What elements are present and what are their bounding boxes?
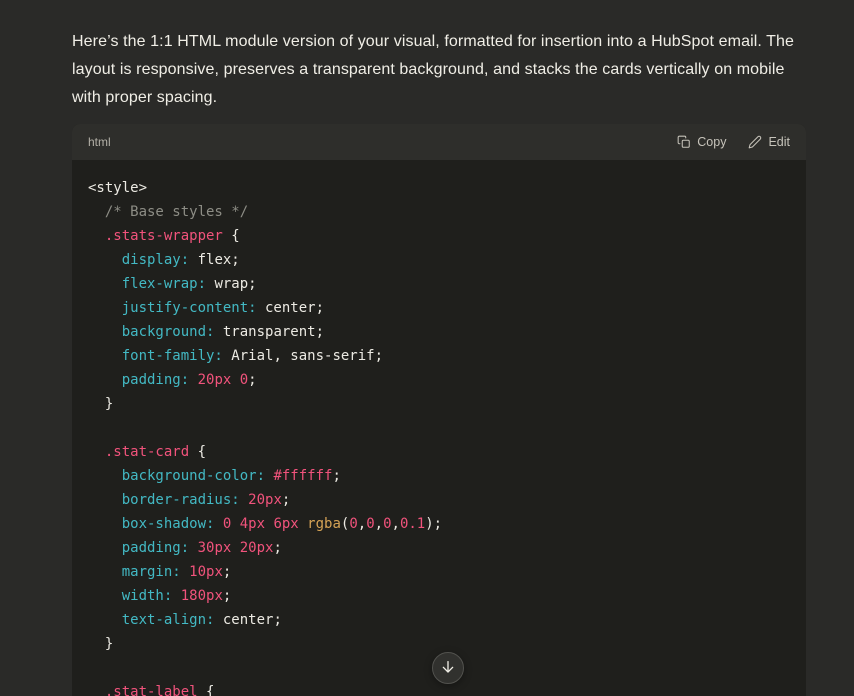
code-line: /* Base styles */: [88, 200, 790, 224]
code-line: width: 180px;: [88, 584, 790, 608]
code-line: box-shadow: 0 4px 6px rgba(0,0,0,0.1);: [88, 512, 790, 536]
code-line: <style>: [88, 176, 790, 200]
code-line: background: transparent;: [88, 320, 790, 344]
chat-message-column: Here’s the 1:1 HTML module version of yo…: [72, 28, 806, 696]
pencil-icon: [748, 135, 762, 149]
code-line: }: [88, 632, 790, 656]
code-line: font-family: Arial, sans-serif;: [88, 344, 790, 368]
edit-button-label: Edit: [768, 135, 790, 149]
code-line: text-align: center;: [88, 608, 790, 632]
chat-page: Here’s the 1:1 HTML module version of yo…: [0, 0, 854, 696]
arrow-down-icon: [440, 659, 456, 678]
code-line: .stats-wrapper {: [88, 224, 790, 248]
copy-button-label: Copy: [697, 135, 726, 149]
assistant-message-text: Here’s the 1:1 HTML module version of yo…: [72, 28, 806, 112]
code-line: }: [88, 392, 790, 416]
code-line: background-color: #ffffff;: [88, 464, 790, 488]
code-line: [88, 416, 790, 440]
code-line: display: flex;: [88, 248, 790, 272]
code-line: padding: 30px 20px;: [88, 536, 790, 560]
code-line: flex-wrap: wrap;: [88, 272, 790, 296]
code-line: margin: 10px;: [88, 560, 790, 584]
copy-icon: [677, 135, 691, 149]
copy-button[interactable]: Copy: [677, 135, 726, 149]
scroll-to-bottom-button[interactable]: [432, 652, 464, 684]
edit-button[interactable]: Edit: [748, 135, 790, 149]
code-line: justify-content: center;: [88, 296, 790, 320]
code-block: html Copy: [72, 124, 806, 696]
code-content[interactable]: <style> /* Base styles */ .stats-wrapper…: [72, 160, 806, 696]
code-line: border-radius: 20px;: [88, 488, 790, 512]
code-line: .stat-card {: [88, 440, 790, 464]
code-block-header: html Copy: [72, 124, 806, 160]
code-block-actions: Copy Edit: [677, 135, 790, 149]
code-line: .stat-label {: [88, 680, 790, 696]
code-line: padding: 20px 0;: [88, 368, 790, 392]
code-language-label: html: [88, 135, 111, 149]
